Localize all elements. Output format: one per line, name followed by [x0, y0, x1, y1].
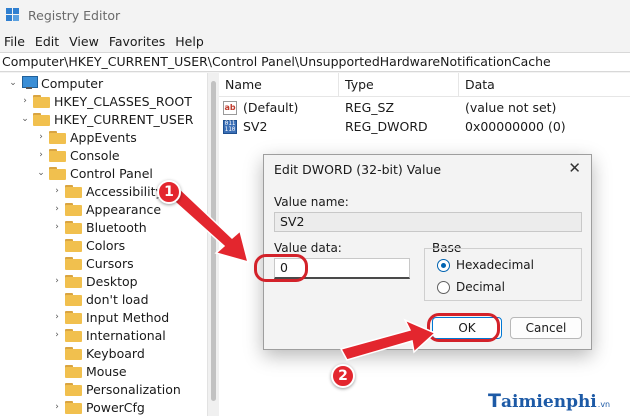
- annotation-arrows: [164, 185, 437, 361]
- watermark-logo: T aimienphi .vn: [488, 390, 610, 412]
- watermark-text: aimienphi: [500, 392, 597, 412]
- step-1-badge: 1: [157, 180, 181, 204]
- watermark-initial: T: [488, 390, 501, 412]
- step-2-badge: 2: [331, 364, 355, 388]
- arrow-2: [339, 318, 437, 361]
- watermark-suffix: .vn: [597, 400, 611, 409]
